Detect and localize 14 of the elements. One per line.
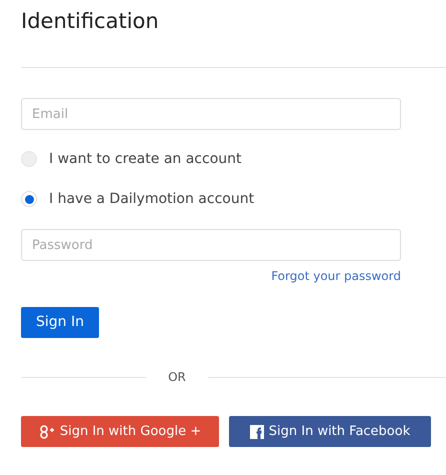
radio-label: I want to create an account <box>49 150 242 168</box>
password-field[interactable]: Password <box>21 229 401 261</box>
sign-in-button[interactable]: Sign In <box>21 307 99 338</box>
google-plus-icon <box>38 424 55 438</box>
separator-text: OR <box>167 369 187 386</box>
radio-button[interactable] <box>21 151 37 167</box>
facebook-sign-in-button[interactable]: Sign In with Facebook <box>229 416 431 447</box>
google-sign-in-button[interactable]: Sign In with Google + <box>21 416 219 447</box>
page-title: Identification <box>21 8 160 35</box>
forgot-password-link[interactable]: Forgot your password <box>271 267 401 285</box>
facebook-icon <box>250 424 264 438</box>
radio-button[interactable] <box>21 191 37 207</box>
radio-label: I have a Dailymotion account <box>49 190 254 208</box>
email-field[interactable]: Email <box>21 98 401 130</box>
